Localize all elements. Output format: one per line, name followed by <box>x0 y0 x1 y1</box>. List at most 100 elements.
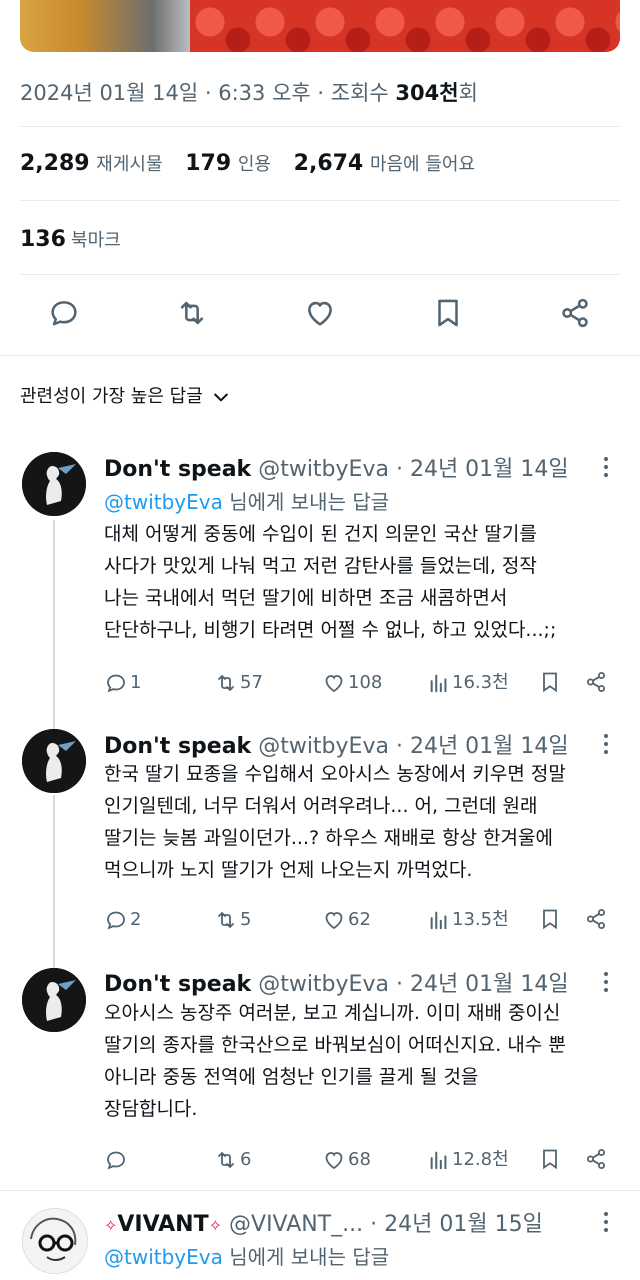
user-handle[interactable]: @twitbyEva <box>258 734 389 759</box>
views-chart-icon <box>430 911 447 930</box>
tweet-stats: 2,289 재게시물 179 인용 2,674 마음에 들어요 <box>20 150 491 176</box>
reply-action-bar: 1 57 108 16.3천 <box>104 669 614 699</box>
reply-header: Don't speak @twitbyEva · 24년 01월 14일 <box>104 972 569 997</box>
reply-sort-label: 관련성이 가장 높은 답글 <box>20 386 203 407</box>
views-count: 304천 <box>395 81 459 105</box>
replying-to-handle[interactable]: @twitbyEva <box>104 490 223 514</box>
like-icon <box>325 1152 343 1170</box>
share-icon[interactable] <box>584 906 608 932</box>
tweet-date[interactable]: 2024년 01월 14일 <box>20 81 198 105</box>
replying-to-label: 님에게 보내는 답글 <box>229 1245 390 1269</box>
like-icon <box>325 912 343 930</box>
views-button[interactable]: 12.8천 <box>428 1146 509 1174</box>
display-name[interactable]: Don't speak <box>104 457 251 482</box>
bookmark-icon[interactable] <box>538 1146 562 1172</box>
repost-icon[interactable] <box>175 296 209 330</box>
strawberry-photo <box>190 0 620 52</box>
replying-to: @twitbyEva 님에게 보내는 답글 <box>104 486 389 515</box>
tweet-media-image[interactable] <box>20 0 620 52</box>
reply-button[interactable]: 1 <box>104 669 141 697</box>
reply-icon <box>107 1151 125 1170</box>
like-icon <box>325 675 343 693</box>
replying-to-handle[interactable]: @twitbyEva <box>104 1245 223 1269</box>
reply-date[interactable]: 24년 01월 14일 <box>410 457 569 482</box>
user-handle[interactable]: @twitbyEva <box>258 457 389 482</box>
reply-sort-dropdown[interactable]: 관련성이 가장 높은 답글 <box>20 382 231 408</box>
more-options-icon[interactable] <box>598 732 614 756</box>
reply-action-bar: 6 68 12.8천 <box>104 1146 614 1176</box>
reposts-label[interactable]: 재게시물 <box>96 154 162 175</box>
reply-date[interactable]: 24년 01월 14일 <box>410 734 569 759</box>
reply-text: 대체 어떻게 중동에 수입이 된 건지 의문인 국산 딸기를 사다가 맛있게 나… <box>104 523 557 641</box>
avatar[interactable] <box>22 452 86 516</box>
share-icon[interactable] <box>584 669 608 695</box>
repost-icon <box>218 675 234 691</box>
views-chart-icon <box>430 674 447 693</box>
share-icon[interactable] <box>584 1146 608 1172</box>
bookmarks-label: 북마크 <box>71 230 121 251</box>
reply-icon <box>107 911 125 930</box>
display-name[interactable]: Don't speak <box>104 734 251 759</box>
sparkle-icon: ✧ <box>104 1216 118 1235</box>
reply-button[interactable]: 2 <box>104 906 141 934</box>
bookmark-icon[interactable] <box>431 296 465 330</box>
share-icon[interactable] <box>558 296 592 330</box>
reply-date[interactable]: 24년 01월 14일 <box>410 972 569 997</box>
reply-icon[interactable] <box>47 296 81 330</box>
divider <box>20 274 620 275</box>
quotes-label[interactable]: 인용 <box>238 154 271 175</box>
user-handle[interactable]: @VIVANT_... <box>229 1212 363 1237</box>
sparkle-icon: ✧ <box>208 1216 223 1235</box>
replying-to-label: 님에게 보내는 답글 <box>229 490 390 514</box>
reply-action-bar: 2 5 62 13.5천 <box>104 906 614 936</box>
thread-line <box>53 795 55 970</box>
views-chart-icon <box>430 1151 447 1170</box>
reply-date[interactable]: 24년 01월 15일 <box>384 1212 543 1237</box>
avatar[interactable] <box>22 1208 88 1274</box>
likes-label[interactable]: 마음에 들어요 <box>370 154 475 175</box>
like-button[interactable]: 108 <box>322 669 382 697</box>
avatar[interactable] <box>22 968 86 1032</box>
like-button[interactable]: 62 <box>322 906 371 934</box>
reply-icon <box>107 674 125 693</box>
repost-icon <box>218 1152 234 1168</box>
quotes-count[interactable]: 179 <box>185 151 231 176</box>
like-button[interactable]: 68 <box>322 1146 371 1174</box>
like-icon[interactable] <box>303 296 337 330</box>
reply-header: Don't speak @twitbyEva · 24년 01월 14일 <box>104 734 569 759</box>
reply-header: Don't speak @twitbyEva · 24년 01월 14일 <box>104 457 569 482</box>
reply-button[interactable] <box>104 1146 130 1174</box>
tweet-time[interactable]: 6:33 오후 <box>218 81 310 105</box>
display-name[interactable]: VIVANT <box>117 1212 208 1237</box>
repost-button[interactable]: 6 <box>214 1146 251 1174</box>
divider <box>0 355 640 356</box>
bookmark-icon[interactable] <box>538 669 562 695</box>
repost-icon <box>218 912 234 928</box>
avatar[interactable] <box>22 729 86 793</box>
repost-button[interactable]: 57 <box>214 669 263 697</box>
likes-count[interactable]: 2,674 <box>294 151 364 176</box>
replying-to: @twitbyEva 님에게 보내는 답글 <box>104 1241 389 1270</box>
chevron-down-icon <box>213 393 228 402</box>
more-options-icon[interactable] <box>598 970 614 994</box>
tweet-action-bar <box>0 296 640 336</box>
bookmarks-stat[interactable]: 136 북마크 <box>20 226 121 252</box>
thread-line <box>53 520 55 730</box>
repost-button[interactable]: 5 <box>214 906 251 934</box>
reposts-count[interactable]: 2,289 <box>20 151 90 176</box>
more-options-icon[interactable] <box>598 455 614 479</box>
divider <box>0 1190 640 1191</box>
more-options-icon[interactable] <box>598 1210 614 1234</box>
divider <box>20 126 620 127</box>
bookmark-icon[interactable] <box>538 906 562 932</box>
views-button[interactable]: 16.3천 <box>428 669 509 697</box>
bookmarks-count: 136 <box>20 227 66 252</box>
views-suffix: 회 <box>458 81 478 105</box>
reply-header: ✧VIVANT✧ @VIVANT_... · 24년 01월 15일 <box>104 1212 543 1237</box>
tweet-meta: 2024년 01월 14일 · 6:33 오후 · 조회수 304천회 <box>20 81 478 105</box>
views-button[interactable]: 13.5천 <box>428 906 509 934</box>
display-name[interactable]: Don't speak <box>104 972 251 997</box>
reply-text: 오아시스 농장주 여러분, 보고 계십니까. 이미 재배 중이신 딸기의 종자를… <box>104 1002 566 1120</box>
user-handle[interactable]: @twitbyEva <box>258 972 389 997</box>
views-label: 조회수 <box>330 81 389 105</box>
